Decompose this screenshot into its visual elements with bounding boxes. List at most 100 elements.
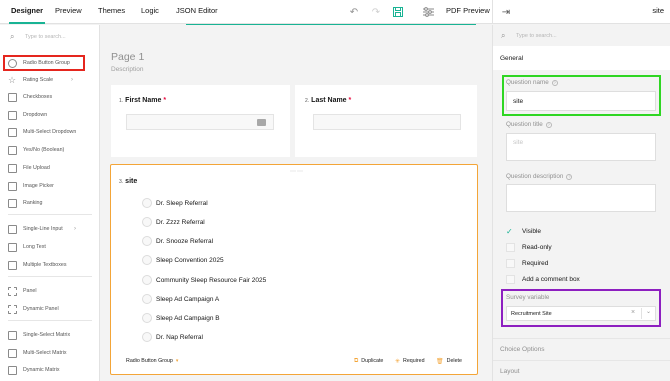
check-icon: ✓: [506, 226, 513, 236]
toolbox-item-multi-select-matrix[interactable]: Multi-Select Matrix: [8, 346, 96, 360]
toolbox-item-panel[interactable]: Panel: [8, 284, 96, 298]
question-title-first-name[interactable]: 1. First Name *: [119, 97, 166, 104]
toolbox-item-multiple-textboxes[interactable]: Multiple Textboxes: [8, 258, 96, 272]
save-icon[interactable]: [391, 5, 405, 19]
section-choice-options[interactable]: Choice Options: [493, 338, 670, 360]
toolbox-divider: [8, 276, 92, 277]
toolbox-search[interactable]: ⌕ Type to search...: [10, 29, 66, 45]
comment-box-checkbox[interactable]: Add a comment box: [506, 274, 580, 284]
matrix-icon: [8, 330, 17, 340]
checkbox[interactable]: [506, 242, 515, 252]
last-name-input[interactable]: [313, 114, 461, 130]
checkbox[interactable]: [506, 274, 515, 284]
toolbox-item-single-line-input[interactable]: Single-Line Input ›: [8, 222, 96, 236]
radio-circle[interactable]: [142, 275, 152, 285]
toolbox-item-dropdown[interactable]: Dropdown: [8, 108, 96, 122]
radio-choice[interactable]: Dr. Snooze Referral: [142, 235, 213, 247]
question-card-site[interactable]: [110, 164, 478, 375]
survey-variable-dropdown[interactable]: Recruitment Site × ⌄: [506, 306, 656, 321]
required-toggle[interactable]: ✳ Required: [395, 356, 425, 366]
radio-circle[interactable]: [142, 236, 152, 246]
radio-choice[interactable]: Dr. Zzzz Referral: [142, 216, 205, 228]
radio-choice[interactable]: Sleep Ad Campaign B: [142, 312, 220, 324]
panel-header-title: site: [652, 6, 664, 15]
radio-circle[interactable]: [142, 294, 152, 304]
pdf-preview-button[interactable]: PDF Preview: [446, 0, 490, 24]
toolbox-item-long-text[interactable]: Long Text: [8, 240, 96, 254]
chevron-down-icon[interactable]: ⌄: [646, 308, 651, 315]
tab-preview[interactable]: Preview: [55, 0, 82, 24]
undo-icon[interactable]: ↶: [347, 5, 361, 19]
radio-circle[interactable]: [142, 332, 152, 342]
radio-circle[interactable]: [142, 313, 152, 323]
delete-button[interactable]: 🗑 Delete: [436, 356, 462, 366]
toolbox-item-single-select-matrix[interactable]: Single-Select Matrix: [8, 328, 96, 342]
radio-choice[interactable]: Community Sleep Resource Fair 2025: [142, 274, 266, 286]
radio-circle[interactable]: [142, 217, 152, 227]
help-icon[interactable]: ?: [551, 79, 558, 86]
tab-designer[interactable]: Designer: [8, 0, 46, 24]
redo-icon[interactable]: ↷: [369, 5, 383, 19]
question-title-label: Question title?: [506, 121, 552, 128]
radio-circle[interactable]: [142, 255, 152, 265]
property-grid-header: ⇥ site: [492, 0, 670, 24]
tab-themes[interactable]: Themes: [98, 0, 125, 24]
question-title-last-name[interactable]: 2. Last Name *: [305, 97, 351, 104]
toolbox-item-dynamic-matrix[interactable]: Dynamic Matrix: [8, 363, 96, 377]
question-description-input[interactable]: [506, 184, 656, 212]
radio-choice[interactable]: Dr. Sleep Referral: [142, 197, 208, 209]
visible-checkbox[interactable]: ✓ Visible: [506, 226, 541, 236]
toolbox-item-dynamic-panel[interactable]: Dynamic Panel: [8, 302, 96, 316]
toolbox-item-radio-button-group[interactable]: Radio Button Group: [8, 56, 96, 70]
question-name-label: Question name?: [506, 79, 558, 86]
comment-icon: [8, 242, 17, 252]
toolbox-item-image-picker[interactable]: Image Picker: [8, 179, 96, 193]
help-icon[interactable]: ?: [545, 121, 552, 128]
ranking-icon: [8, 198, 17, 208]
radio-choice[interactable]: Sleep Convention 2025: [142, 254, 224, 266]
matrix-dropdown-icon: [8, 348, 17, 358]
drag-handle-icon[interactable]: ⋯⋯: [290, 168, 304, 175]
star-icon: ☆: [8, 74, 17, 85]
required-checkbox[interactable]: Required: [506, 258, 548, 268]
toolbox-item-ranking[interactable]: Ranking: [8, 196, 96, 210]
toolbox-item-rating-scale[interactable]: ☆ Rating Scale ›: [8, 73, 96, 87]
first-name-input[interactable]: [126, 114, 274, 130]
page-description[interactable]: Description: [111, 66, 144, 73]
section-general[interactable]: General: [493, 46, 670, 70]
panel-icon: [8, 286, 17, 296]
settings-sliders-icon[interactable]: [421, 5, 435, 19]
section-layout[interactable]: Layout: [493, 360, 670, 381]
tab-json-editor[interactable]: JSON Editor: [176, 0, 218, 24]
dropdown-divider: [641, 308, 642, 319]
clear-icon[interactable]: ×: [631, 309, 635, 316]
properties-search[interactable]: ⌕ Type to search...: [501, 28, 557, 44]
text-icon: [8, 224, 17, 234]
question-title-site[interactable]: 3. site: [119, 178, 137, 185]
radio-choice[interactable]: Sleep Ad Campaign A: [142, 293, 219, 305]
toolbox-item-checkboxes[interactable]: Checkboxes: [8, 90, 96, 104]
question-title-input[interactable]: site: [506, 133, 656, 161]
toolbox-item-multi-select-dropdown[interactable]: Multi-Select Dropdown: [8, 125, 96, 139]
question-name-input[interactable]: site: [506, 91, 656, 111]
toolbox-item-boolean[interactable]: Yes/No (Boolean): [8, 143, 96, 157]
tab-logic[interactable]: Logic: [141, 0, 159, 24]
duplicate-button[interactable]: ⧉ Duplicate: [354, 356, 383, 366]
page-title[interactable]: Page 1: [111, 51, 144, 63]
checkbox[interactable]: [506, 258, 515, 268]
collapse-panel-icon[interactable]: ⇥: [499, 5, 513, 19]
read-only-checkbox[interactable]: Read-only: [506, 242, 552, 252]
help-icon[interactable]: ?: [566, 173, 573, 180]
toolbox-item-file-upload[interactable]: File Upload: [8, 161, 96, 175]
calendar-icon: [257, 119, 266, 126]
search-icon: ⌕: [10, 32, 15, 41]
boolean-icon: [8, 145, 17, 155]
question-type-selector[interactable]: Radio Button Group ▾: [126, 356, 178, 366]
search-icon: ⌕: [501, 31, 506, 40]
radio-circle[interactable]: [142, 198, 152, 208]
chevron-right-icon[interactable]: ›: [74, 226, 76, 232]
toolbox-search-placeholder: Type to search...: [25, 34, 66, 40]
chevron-right-icon[interactable]: ›: [71, 77, 73, 83]
radio-choice[interactable]: Dr. Nap Referral: [142, 331, 203, 343]
image-icon: [8, 181, 17, 191]
